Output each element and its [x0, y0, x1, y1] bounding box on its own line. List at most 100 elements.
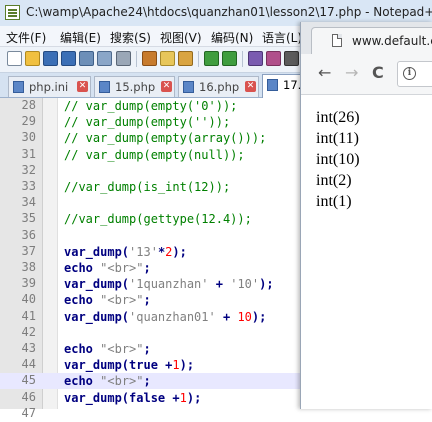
code-line: 33 //var_dump(is_int(12)); — [0, 179, 300, 195]
code-text: var_dump('1quanzhan' + '10'); — [64, 277, 274, 292]
code-text: var_dump(true +1); — [64, 358, 195, 373]
save-icon[interactable] — [43, 51, 58, 66]
code-line: 28 // var_dump(empty('0')); — [0, 98, 300, 114]
output-line: int(10) — [316, 151, 360, 168]
tab-label: 15.php — [115, 80, 156, 94]
line-number: 35 — [21, 211, 36, 226]
line-number: 29 — [21, 114, 36, 129]
find-icon[interactable] — [248, 51, 263, 66]
tab-label: php.ini — [29, 80, 69, 94]
code-line: 32 — [0, 163, 300, 179]
line-number: 38 — [21, 260, 36, 274]
code-text: var_dump(false +1); — [64, 390, 202, 405]
back-icon[interactable]: ← — [318, 65, 331, 81]
line-number: 47 — [21, 405, 36, 420]
tab-php-ini[interactable]: php.ini ✕ — [8, 76, 91, 97]
code-line: 39 var_dump('1quanzhan' + '10'); — [0, 276, 300, 292]
browser-toolbar: ← → C i — [301, 54, 432, 95]
toolbar-separator — [198, 51, 199, 67]
line-number: 33 — [21, 179, 36, 193]
undo-icon[interactable] — [204, 51, 219, 66]
code-text: // var_dump(empty(null)); — [64, 147, 245, 162]
line-number: 40 — [21, 292, 36, 307]
menu-language[interactable]: 语言(L) — [262, 29, 302, 46]
line-number: 46 — [21, 389, 36, 404]
file-icon — [183, 81, 194, 93]
file-icon — [99, 81, 110, 93]
line-number: 45 — [21, 373, 36, 388]
line-number: 42 — [21, 324, 36, 339]
line-number: 39 — [21, 276, 36, 291]
code-text: echo "<br>"; — [64, 374, 151, 389]
close-tab-icon[interactable]: ✕ — [245, 81, 256, 92]
toolbar-separator — [242, 51, 243, 67]
line-number: 31 — [21, 146, 36, 161]
file-icon — [267, 79, 278, 91]
code-text: // var_dump(empty('')); — [64, 115, 231, 130]
browser-window: www.default.c ← → C i int(26) int(11) in… — [300, 22, 432, 409]
code-line: 47 — [0, 406, 300, 422]
code-line: 37 var_dump('13'*2); — [0, 244, 300, 260]
code-line: 43 echo "<br>"; — [0, 341, 300, 357]
close-file-icon[interactable] — [79, 51, 94, 66]
close-tab-icon[interactable]: ✕ — [161, 81, 172, 92]
code-text: echo "<br>"; — [64, 293, 151, 308]
info-icon[interactable]: i — [403, 67, 416, 80]
forward-icon[interactable]: → — [345, 65, 358, 81]
menu-edit[interactable]: 编辑(E) — [60, 29, 101, 46]
menu-encoding[interactable]: 编码(N) — [211, 29, 253, 46]
code-line: 31 // var_dump(empty(null)); — [0, 147, 300, 163]
redo-icon[interactable] — [222, 51, 237, 66]
menu-search[interactable]: 搜索(S) — [110, 29, 151, 46]
notepad-app-icon — [5, 5, 20, 20]
close-tab-icon[interactable]: ✕ — [77, 81, 88, 92]
code-line: 34 — [0, 195, 300, 211]
toolbar-separator — [136, 51, 137, 67]
tab-16-php[interactable]: 16.php ✕ — [178, 76, 259, 97]
code-text: //var_dump(is_int(12)); — [64, 180, 231, 194]
reload-icon[interactable]: C — [372, 65, 384, 81]
code-line: 38 echo "<br>"; — [0, 260, 300, 276]
line-number: 43 — [21, 341, 36, 355]
replace-icon[interactable] — [266, 51, 281, 66]
code-line: 30 // var_dump(empty(array())); — [0, 130, 300, 146]
code-line: 42 — [0, 325, 300, 341]
code-text: //var_dump(gettype(12.4)); — [64, 212, 252, 227]
cut-icon[interactable] — [142, 51, 157, 66]
output-line: int(11) — [316, 130, 359, 147]
code-line: 35 //var_dump(gettype(12.4)); — [0, 211, 300, 227]
page-icon — [332, 34, 342, 47]
page-content: int(26) int(11) int(10) int(2) int(1) — [301, 95, 432, 409]
tab-15-php[interactable]: 15.php ✕ — [94, 76, 175, 97]
close-all-icon[interactable] — [97, 51, 112, 66]
output-line: int(26) — [316, 109, 360, 126]
output-line: int(2) — [316, 172, 352, 189]
code-text: var_dump('13'*2); — [64, 244, 187, 259]
line-number: 32 — [21, 162, 36, 177]
file-icon — [13, 81, 24, 93]
menu-file[interactable]: 文件(F) — [6, 29, 46, 46]
print-icon[interactable] — [116, 51, 131, 66]
line-number: 30 — [21, 130, 36, 145]
code-editor[interactable]: 28 // var_dump(empty('0')); 29 // var_dump(… — [0, 98, 300, 420]
code-line: 36 — [0, 228, 300, 244]
new-file-icon[interactable] — [7, 51, 22, 66]
line-number: 34 — [21, 195, 36, 210]
open-file-icon[interactable] — [25, 51, 40, 66]
code-line: 40 echo "<br>"; — [0, 292, 300, 308]
code-line: 45 echo "<br>"; — [0, 373, 300, 390]
browser-tab[interactable]: www.default.c — [311, 27, 432, 54]
code-text: // var_dump(empty(array())); — [64, 131, 267, 146]
output-line: int(1) — [316, 193, 352, 210]
line-number: 37 — [21, 243, 36, 258]
menu-view[interactable]: 视图(V) — [160, 29, 202, 46]
paste-icon[interactable] — [178, 51, 193, 66]
browser-tab-title: www.default.c — [352, 34, 432, 48]
code-text: echo "<br>"; — [64, 342, 151, 356]
browser-tab-strip: www.default.c — [301, 22, 432, 54]
code-line: 29 // var_dump(empty('')); — [0, 114, 300, 130]
copy-icon[interactable] — [160, 51, 175, 66]
save-all-icon[interactable] — [61, 51, 76, 66]
zoom-icon[interactable] — [284, 51, 299, 66]
address-bar[interactable]: i — [397, 61, 432, 87]
